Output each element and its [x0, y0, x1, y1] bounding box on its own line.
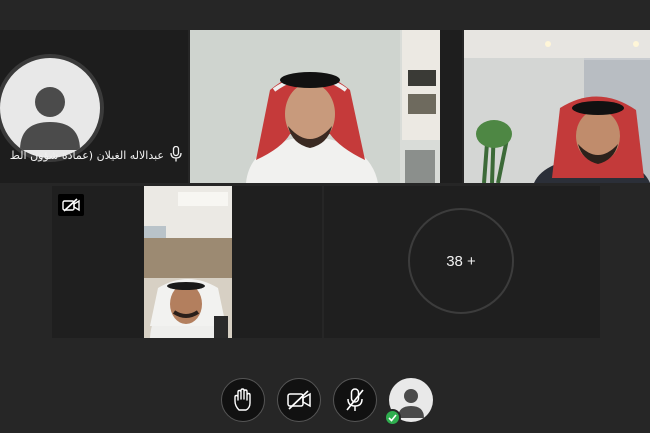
more-participants-count[interactable]: 38 + [408, 208, 514, 314]
participant-video-tile-1[interactable] [190, 30, 462, 183]
connected-check-icon [384, 409, 401, 426]
participant-video-tile-3[interactable] [52, 186, 322, 338]
hand-icon [234, 388, 251, 411]
participant-name-row: عبدالاله الغيلان (عمادة شؤون الط [9, 145, 182, 165]
participant-video-feed [190, 30, 462, 183]
participant-video-feed [144, 186, 232, 338]
participant-video-tile-2[interactable] [464, 30, 650, 183]
video-off-icon [62, 198, 80, 212]
participant-name: عبدالاله الغيلان (عمادة شؤون الط [9, 148, 164, 162]
camera-off-badge [58, 194, 84, 216]
video-off-icon [287, 390, 311, 410]
camera-toggle-button[interactable] [277, 378, 321, 422]
mic-toggle-button[interactable] [333, 378, 377, 422]
microphone-icon [170, 145, 182, 165]
more-participants-tile[interactable]: 38 + [324, 186, 600, 338]
raise-hand-button[interactable] [221, 378, 265, 422]
participant-tile-avatar[interactable]: عبدالاله الغيلان (عمادة شؤون الط [0, 30, 188, 183]
mic-off-icon [346, 388, 364, 411]
meeting-toolbar [0, 378, 650, 426]
participant-video-feed [464, 30, 650, 183]
